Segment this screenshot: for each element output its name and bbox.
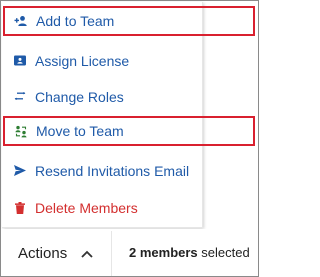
menu-item-label: Delete Members [35,199,138,216]
trash-icon [13,201,27,215]
menu-item-assign-license[interactable]: Assign License [2,42,202,79]
menu-item-label: Move to Team [36,123,124,139]
selection-footer: Actions 2 members selected [1,229,258,276]
selected-suffix: selected [197,245,250,260]
send-icon [13,164,27,178]
menu-item-change-roles[interactable]: Change Roles [2,78,202,115]
menu-item-label: Add to Team [36,13,115,29]
actions-button[interactable]: Actions [1,231,112,276]
bulk-actions-panel: Add to Team Assign License Change Roles … [0,0,259,277]
menu-item-label: Resend Invitations Email [35,162,190,179]
selection-status: 2 members selected [129,245,250,260]
menu-item-label: Assign License [35,52,130,69]
menu-item-add-to-team[interactable]: Add to Team [3,6,255,36]
move-team-icon [14,124,28,138]
menu-item-label: Change Roles [35,88,124,105]
add-person-icon [14,14,28,28]
license-card-icon [13,54,27,68]
actions-menu: Add to Team Assign License Change Roles … [2,2,255,228]
actions-button-label: Actions [18,245,68,262]
swap-arrows-icon [13,90,27,104]
menu-item-move-to-team[interactable]: Move to Team [3,116,255,146]
selected-count: 2 members [129,245,198,260]
menu-item-resend-invitations-email[interactable]: Resend Invitations Email [2,152,202,189]
chevron-up-icon [80,247,94,261]
menu-item-delete-members[interactable]: Delete Members [2,189,202,226]
